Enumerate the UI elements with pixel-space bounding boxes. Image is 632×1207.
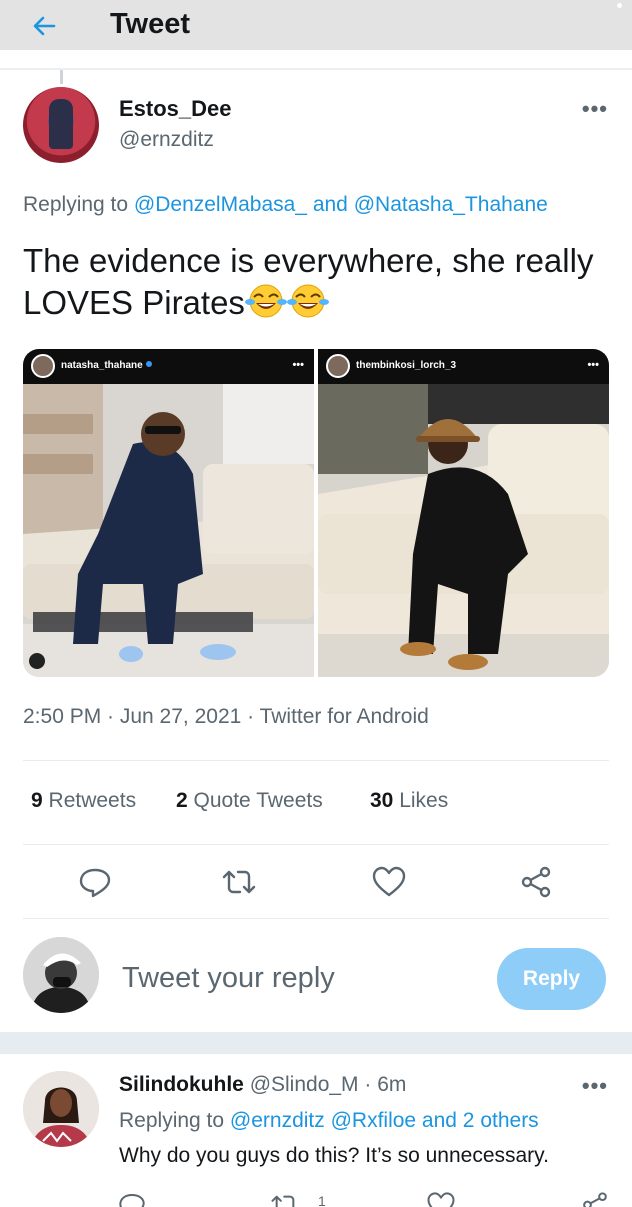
divider (0, 68, 632, 70)
reply-time: 6m (377, 1073, 407, 1096)
retweet-icon[interactable] (221, 864, 257, 900)
tweet-media[interactable]: natasha_thahane ••• thembinkosi_lorch_3 … (23, 349, 609, 677)
author-name[interactable]: Estos_Dee (119, 96, 232, 122)
status-dot (617, 3, 622, 8)
mention-link[interactable]: @DenzelMabasa_ (134, 193, 307, 216)
ig-username: thembinkosi_lorch_3 (356, 360, 457, 371)
face-with-tears-of-joy-icon (286, 282, 329, 320)
avatar[interactable] (23, 1071, 99, 1147)
media-image-left[interactable]: natasha_thahane ••• (23, 349, 314, 677)
reply-retweet-count: 1 (318, 1193, 326, 1207)
more-options-icon: ••• (292, 359, 304, 371)
tweet-actions (0, 864, 632, 900)
reply-separator: · (364, 1073, 372, 1096)
verified-icon (145, 361, 152, 367)
reply-author-name[interactable]: Silindokuhle (119, 1073, 244, 1096)
like-icon[interactable] (371, 864, 407, 900)
quote-label: Quote Tweets (193, 789, 323, 812)
retweets-stat[interactable]: 9 Retweets (31, 789, 136, 813)
arrow-left-icon[interactable] (28, 10, 60, 42)
reply-button[interactable]: Reply (497, 948, 606, 1010)
reply-actions (0, 1190, 632, 1207)
avatar[interactable] (23, 87, 99, 163)
divider (23, 844, 609, 845)
face-with-tears-of-joy-icon (244, 282, 287, 320)
more-options-icon[interactable]: ••• (582, 1073, 608, 1099)
reply-author-handle[interactable]: @Slindo_M (250, 1073, 359, 1096)
mention-link[interactable]: @ernzditz @Rxfiloe and 2 others (230, 1109, 539, 1132)
thread-connector (60, 70, 63, 84)
share-icon[interactable] (518, 864, 554, 900)
reply-icon[interactable] (117, 1190, 147, 1207)
replying-prefix: Replying to (119, 1109, 225, 1132)
photo-woman-on-sofa (23, 384, 314, 677)
reply-icon[interactable] (77, 864, 113, 900)
divider (23, 918, 609, 919)
quote-count: 2 (176, 789, 188, 812)
reply-text: Why do you guys do this? It’s so unneces… (119, 1144, 549, 1167)
instagram-header: natasha_thahane ••• (23, 349, 314, 384)
retweets-label: Retweets (48, 789, 137, 812)
mention-and: and (312, 193, 348, 216)
likes-count: 30 (370, 789, 394, 812)
retweets-count: 9 (31, 789, 43, 812)
reply-author-line: Silindokuhle @Slindo_M · 6m (119, 1073, 406, 1097)
ig-avatar (326, 354, 350, 378)
more-options-icon[interactable]: ••• (582, 96, 608, 122)
photo-man-on-sofa (318, 384, 609, 677)
reply-replying-to: Replying to @ernzditz @Rxfiloe and 2 oth… (119, 1109, 539, 1133)
likes-label: Likes (399, 789, 449, 812)
more-options-icon: ••• (587, 359, 599, 371)
replying-prefix: Replying to (23, 193, 129, 216)
tweet-text: The evidence is everywhere, she really L… (23, 240, 613, 324)
tweet-timestamp: 2:50 PM · Jun 27, 2021 · Twitter for And… (23, 705, 429, 728)
ig-username: natasha_thahane (61, 360, 143, 371)
mention-link[interactable]: @Natasha_Thahane (354, 193, 548, 216)
likes-stat[interactable]: 30 Likes (370, 789, 448, 813)
page-title: Tweet (110, 8, 191, 40)
author-handle[interactable]: @ernzditz (119, 128, 214, 152)
quote-tweets-stat[interactable]: 2 Quote Tweets (176, 789, 323, 813)
like-icon[interactable] (426, 1190, 456, 1207)
section-divider (0, 1032, 632, 1054)
avatar[interactable] (23, 937, 99, 1013)
divider (23, 760, 609, 761)
reply-input[interactable]: Tweet your reply (122, 962, 335, 995)
ig-avatar (31, 354, 55, 378)
app-header: Tweet (0, 0, 632, 50)
instagram-header: thembinkosi_lorch_3 ••• (318, 349, 609, 384)
retweet-icon[interactable] (270, 1190, 300, 1207)
media-image-right[interactable]: thembinkosi_lorch_3 ••• (318, 349, 609, 677)
replying-to: Replying to @DenzelMabasa_ and @Natasha_… (23, 193, 548, 217)
share-icon[interactable] (580, 1190, 610, 1207)
